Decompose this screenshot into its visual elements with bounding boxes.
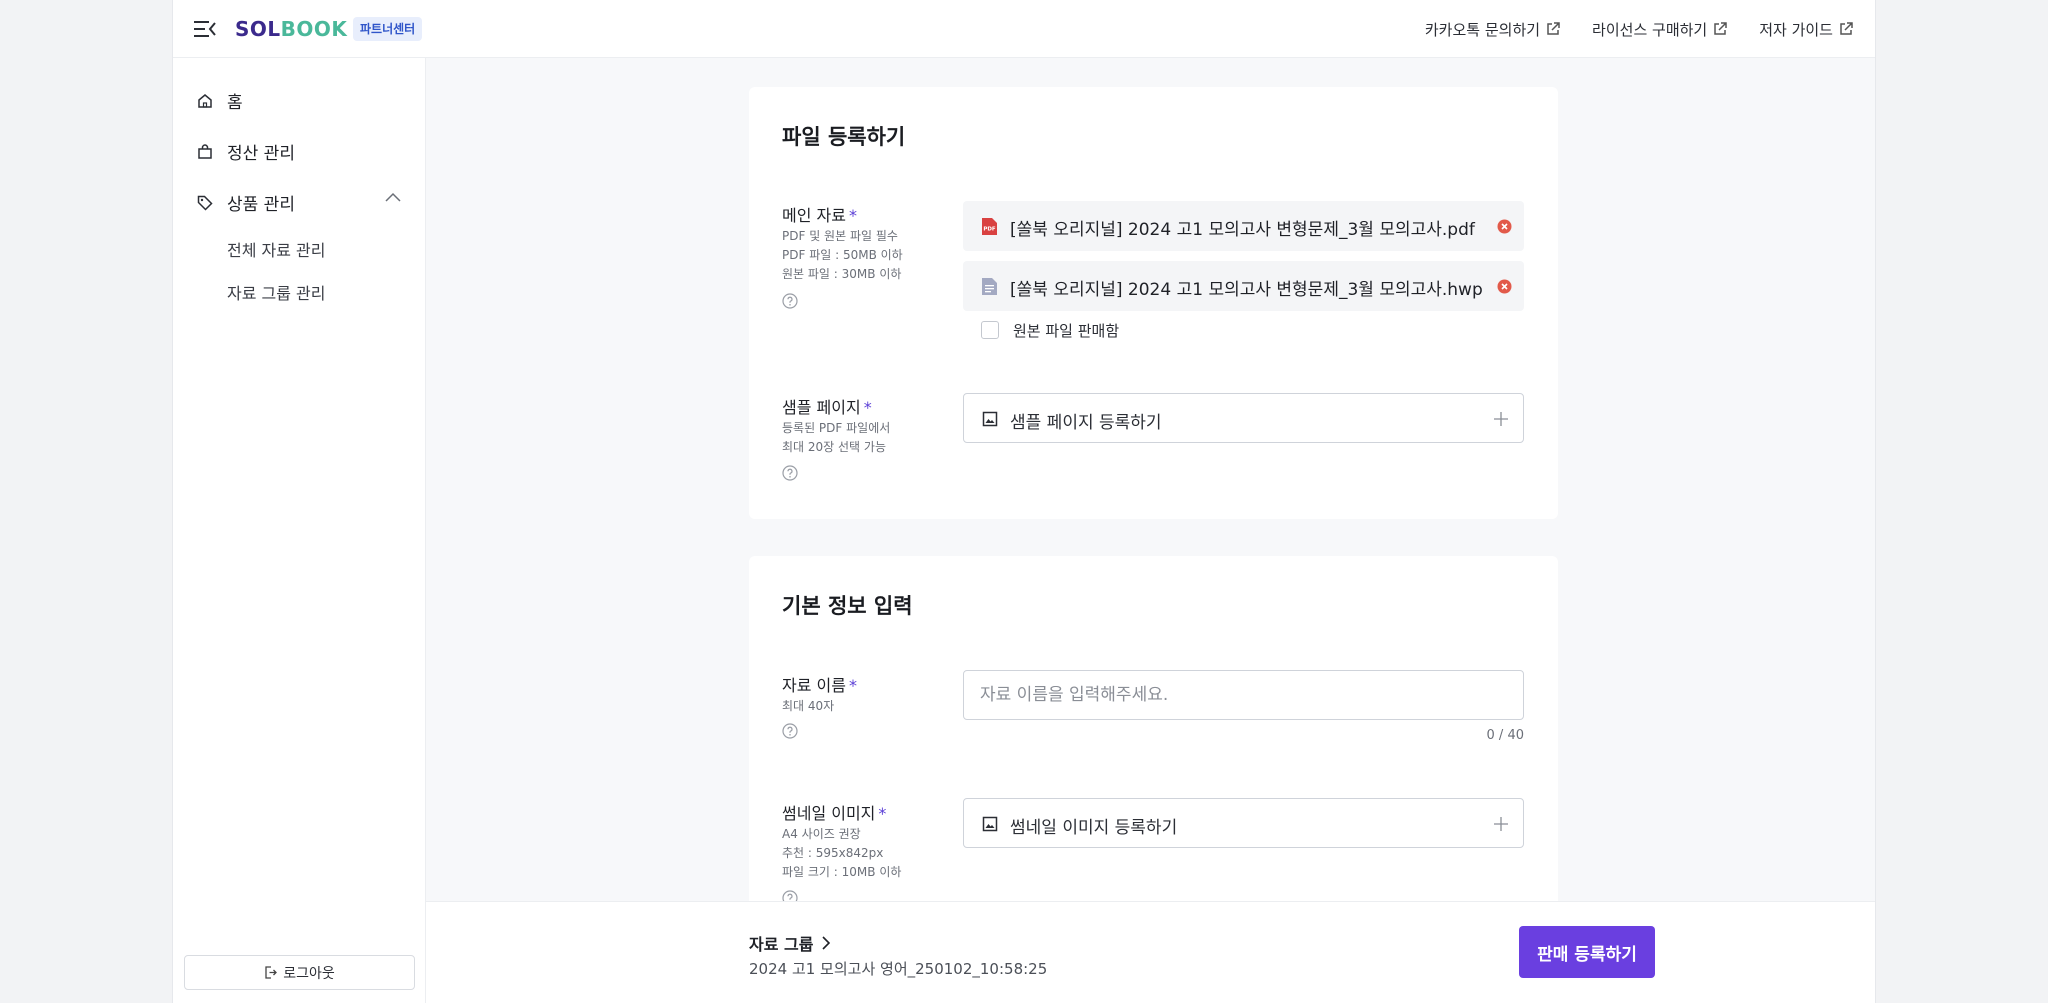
help-line: PDF 파일 : 50MB 이하 <box>782 248 903 262</box>
sidebar-item-home[interactable]: 홈 <box>197 88 243 113</box>
file-card-title: 파일 등록하기 <box>782 125 906 149</box>
sidebar: 홈 정산 관리 상품 관리 전체 자료 관리 자료 그룹 관리 로그아웃 <box>173 58 426 1003</box>
menu-collapse-icon[interactable] <box>193 18 217 40</box>
external-link-icon <box>1547 22 1560 35</box>
upload-label: 썸네일 이미지 등록하기 <box>1010 818 1178 838</box>
link-label: 라이선스 구매하기 <box>1592 20 1708 39</box>
external-link-icon <box>1714 22 1727 35</box>
sidebar-item-label: 상품 관리 <box>227 195 295 215</box>
plus-icon <box>1494 412 1508 426</box>
document-file-icon <box>982 278 997 295</box>
thumbnail-upload[interactable]: 썸네일 이미지 등록하기 <box>963 798 1524 848</box>
sample-page-upload[interactable]: 샘플 페이지 등록하기 <box>963 393 1524 443</box>
bag-icon <box>198 143 212 159</box>
file-row-hwp: [쏠북 오리지널] 2024 고1 모의고사 변형문제_3월 모의고사.hwp <box>963 261 1524 311</box>
logo-text-secondary: BOOK <box>280 17 348 41</box>
sidebar-item-label: 정산 관리 <box>227 144 295 164</box>
header-links: 카카오톡 문의하기 라이선스 구매하기 저자 가이드 <box>1425 0 1853 58</box>
author-guide-link[interactable]: 저자 가이드 <box>1759 19 1853 40</box>
license-purchase-link[interactable]: 라이선스 구매하기 <box>1592 19 1727 40</box>
help-line: 등록된 PDF 파일에서 <box>782 421 891 435</box>
sidebar-item-products[interactable]: 상품 관리 <box>197 190 295 215</box>
sidebar-subitem-all-materials[interactable]: 전체 자료 관리 <box>227 237 326 261</box>
question-circle-icon[interactable] <box>782 293 798 309</box>
external-link-icon <box>1840 22 1853 35</box>
question-circle-icon[interactable] <box>782 465 798 481</box>
image-icon <box>982 816 998 832</box>
required-mark: * <box>848 676 857 695</box>
thumbnail-label: 썸네일 이미지 * <box>782 800 886 824</box>
main-material-help: PDF 및 원본 파일 필수 PDF 파일 : 50MB 이하 원본 파일 : … <box>782 227 903 284</box>
help-line: 추천 : 595x842px <box>782 846 884 860</box>
help-line: 원본 파일 : 30MB 이하 <box>782 267 902 281</box>
kakao-inquiry-link[interactable]: 카카오톡 문의하기 <box>1425 19 1560 40</box>
name-char-counter: 0 / 40 <box>1486 728 1524 743</box>
remove-file-icon[interactable] <box>1497 279 1512 294</box>
solbook-logo[interactable]: SOL BOOK <box>235 16 347 42</box>
top-header: SOL BOOK 파트너센터 카카오톡 문의하기 라이선스 구매하기 저자 가이… <box>173 0 1875 58</box>
sell-original-checkbox[interactable] <box>981 321 999 339</box>
chevron-up-icon[interactable] <box>385 192 401 202</box>
material-name-input[interactable] <box>963 670 1524 720</box>
material-name-label: 자료 이름 * <box>782 672 857 696</box>
upload-label: 샘플 페이지 등록하기 <box>1010 413 1162 433</box>
material-name-label-text: 자료 이름 <box>782 676 846 695</box>
main-material-label: 메인 자료 * <box>782 202 857 226</box>
sample-page-help: 등록된 PDF 파일에서 최대 20장 선택 가능 <box>782 419 890 457</box>
sample-page-label-text: 샘플 페이지 <box>782 398 861 417</box>
file-name: [쏠북 오리지널] 2024 고1 모의고사 변형문제_3월 모의고사.hwp <box>1010 280 1483 300</box>
file-name: [쏠북 오리지널] 2024 고1 모의고사 변형문제_3월 모의고사.pdf <box>1010 220 1475 240</box>
question-circle-icon[interactable] <box>782 723 798 739</box>
sidebar-subitem-material-groups[interactable]: 자료 그룹 관리 <box>227 280 326 304</box>
logout-button[interactable]: 로그아웃 <box>184 955 415 990</box>
help-line: 파일 크기 : 10MB 이하 <box>782 865 902 879</box>
plus-icon <box>1494 817 1508 831</box>
chevron-right-icon <box>822 936 831 950</box>
material-group-link[interactable]: 자료 그룹 <box>749 931 831 955</box>
material-group-label: 자료 그룹 <box>749 935 814 954</box>
home-icon <box>198 93 212 108</box>
svg-text:PDF: PDF <box>983 227 996 233</box>
help-line: 최대 20장 선택 가능 <box>782 440 886 454</box>
required-mark: * <box>863 398 872 417</box>
file-row-pdf: PDF [쏠북 오리지널] 2024 고1 모의고사 변형문제_3월 모의고사.… <box>963 201 1524 251</box>
sample-page-label: 샘플 페이지 * <box>782 394 872 418</box>
help-line: PDF 및 원본 파일 필수 <box>782 229 898 243</box>
bottom-action-bar: 자료 그룹 2024 고1 모의고사 영어_250102_10:58:25 판매… <box>426 901 1875 1003</box>
required-mark: * <box>848 206 857 225</box>
info-card-title: 기본 정보 입력 <box>782 594 913 618</box>
remove-file-icon[interactable] <box>1497 219 1512 234</box>
sidebar-item-label: 홈 <box>227 93 243 113</box>
tag-icon <box>197 195 213 211</box>
thumbnail-help: A4 사이즈 권장 추천 : 595x842px 파일 크기 : 10MB 이하 <box>782 825 901 882</box>
thumbnail-label-text: 썸네일 이미지 <box>782 804 876 823</box>
image-icon <box>982 411 998 427</box>
sidebar-item-settlement[interactable]: 정산 관리 <box>197 139 295 164</box>
sell-original-label[interactable]: 원본 파일 판매함 <box>1013 320 1119 341</box>
logout-icon <box>265 966 278 979</box>
logo-text-primary: SOL <box>235 17 281 41</box>
required-mark: * <box>878 804 887 823</box>
help-line: A4 사이즈 권장 <box>782 827 861 841</box>
material-name-help: 최대 40자 <box>782 699 835 713</box>
app-frame: SOL BOOK 파트너센터 카카오톡 문의하기 라이선스 구매하기 저자 가이… <box>172 0 1876 1003</box>
logout-label: 로그아웃 <box>283 965 335 982</box>
link-label: 카카오톡 문의하기 <box>1424 20 1541 39</box>
material-group-value: 2024 고1 모의고사 영어_250102_10:58:25 <box>749 960 1048 978</box>
main-material-label-text: 메인 자료 <box>782 206 846 225</box>
file-registration-card: 파일 등록하기 메인 자료 * PDF 및 원본 파일 필수 PDF 파일 : 5… <box>749 87 1558 519</box>
pdf-file-icon: PDF <box>982 218 997 235</box>
partner-center-badge: 파트너센터 <box>353 17 423 41</box>
link-label: 저자 가이드 <box>1759 20 1833 39</box>
register-sale-button[interactable]: 판매 등록하기 <box>1519 926 1655 978</box>
